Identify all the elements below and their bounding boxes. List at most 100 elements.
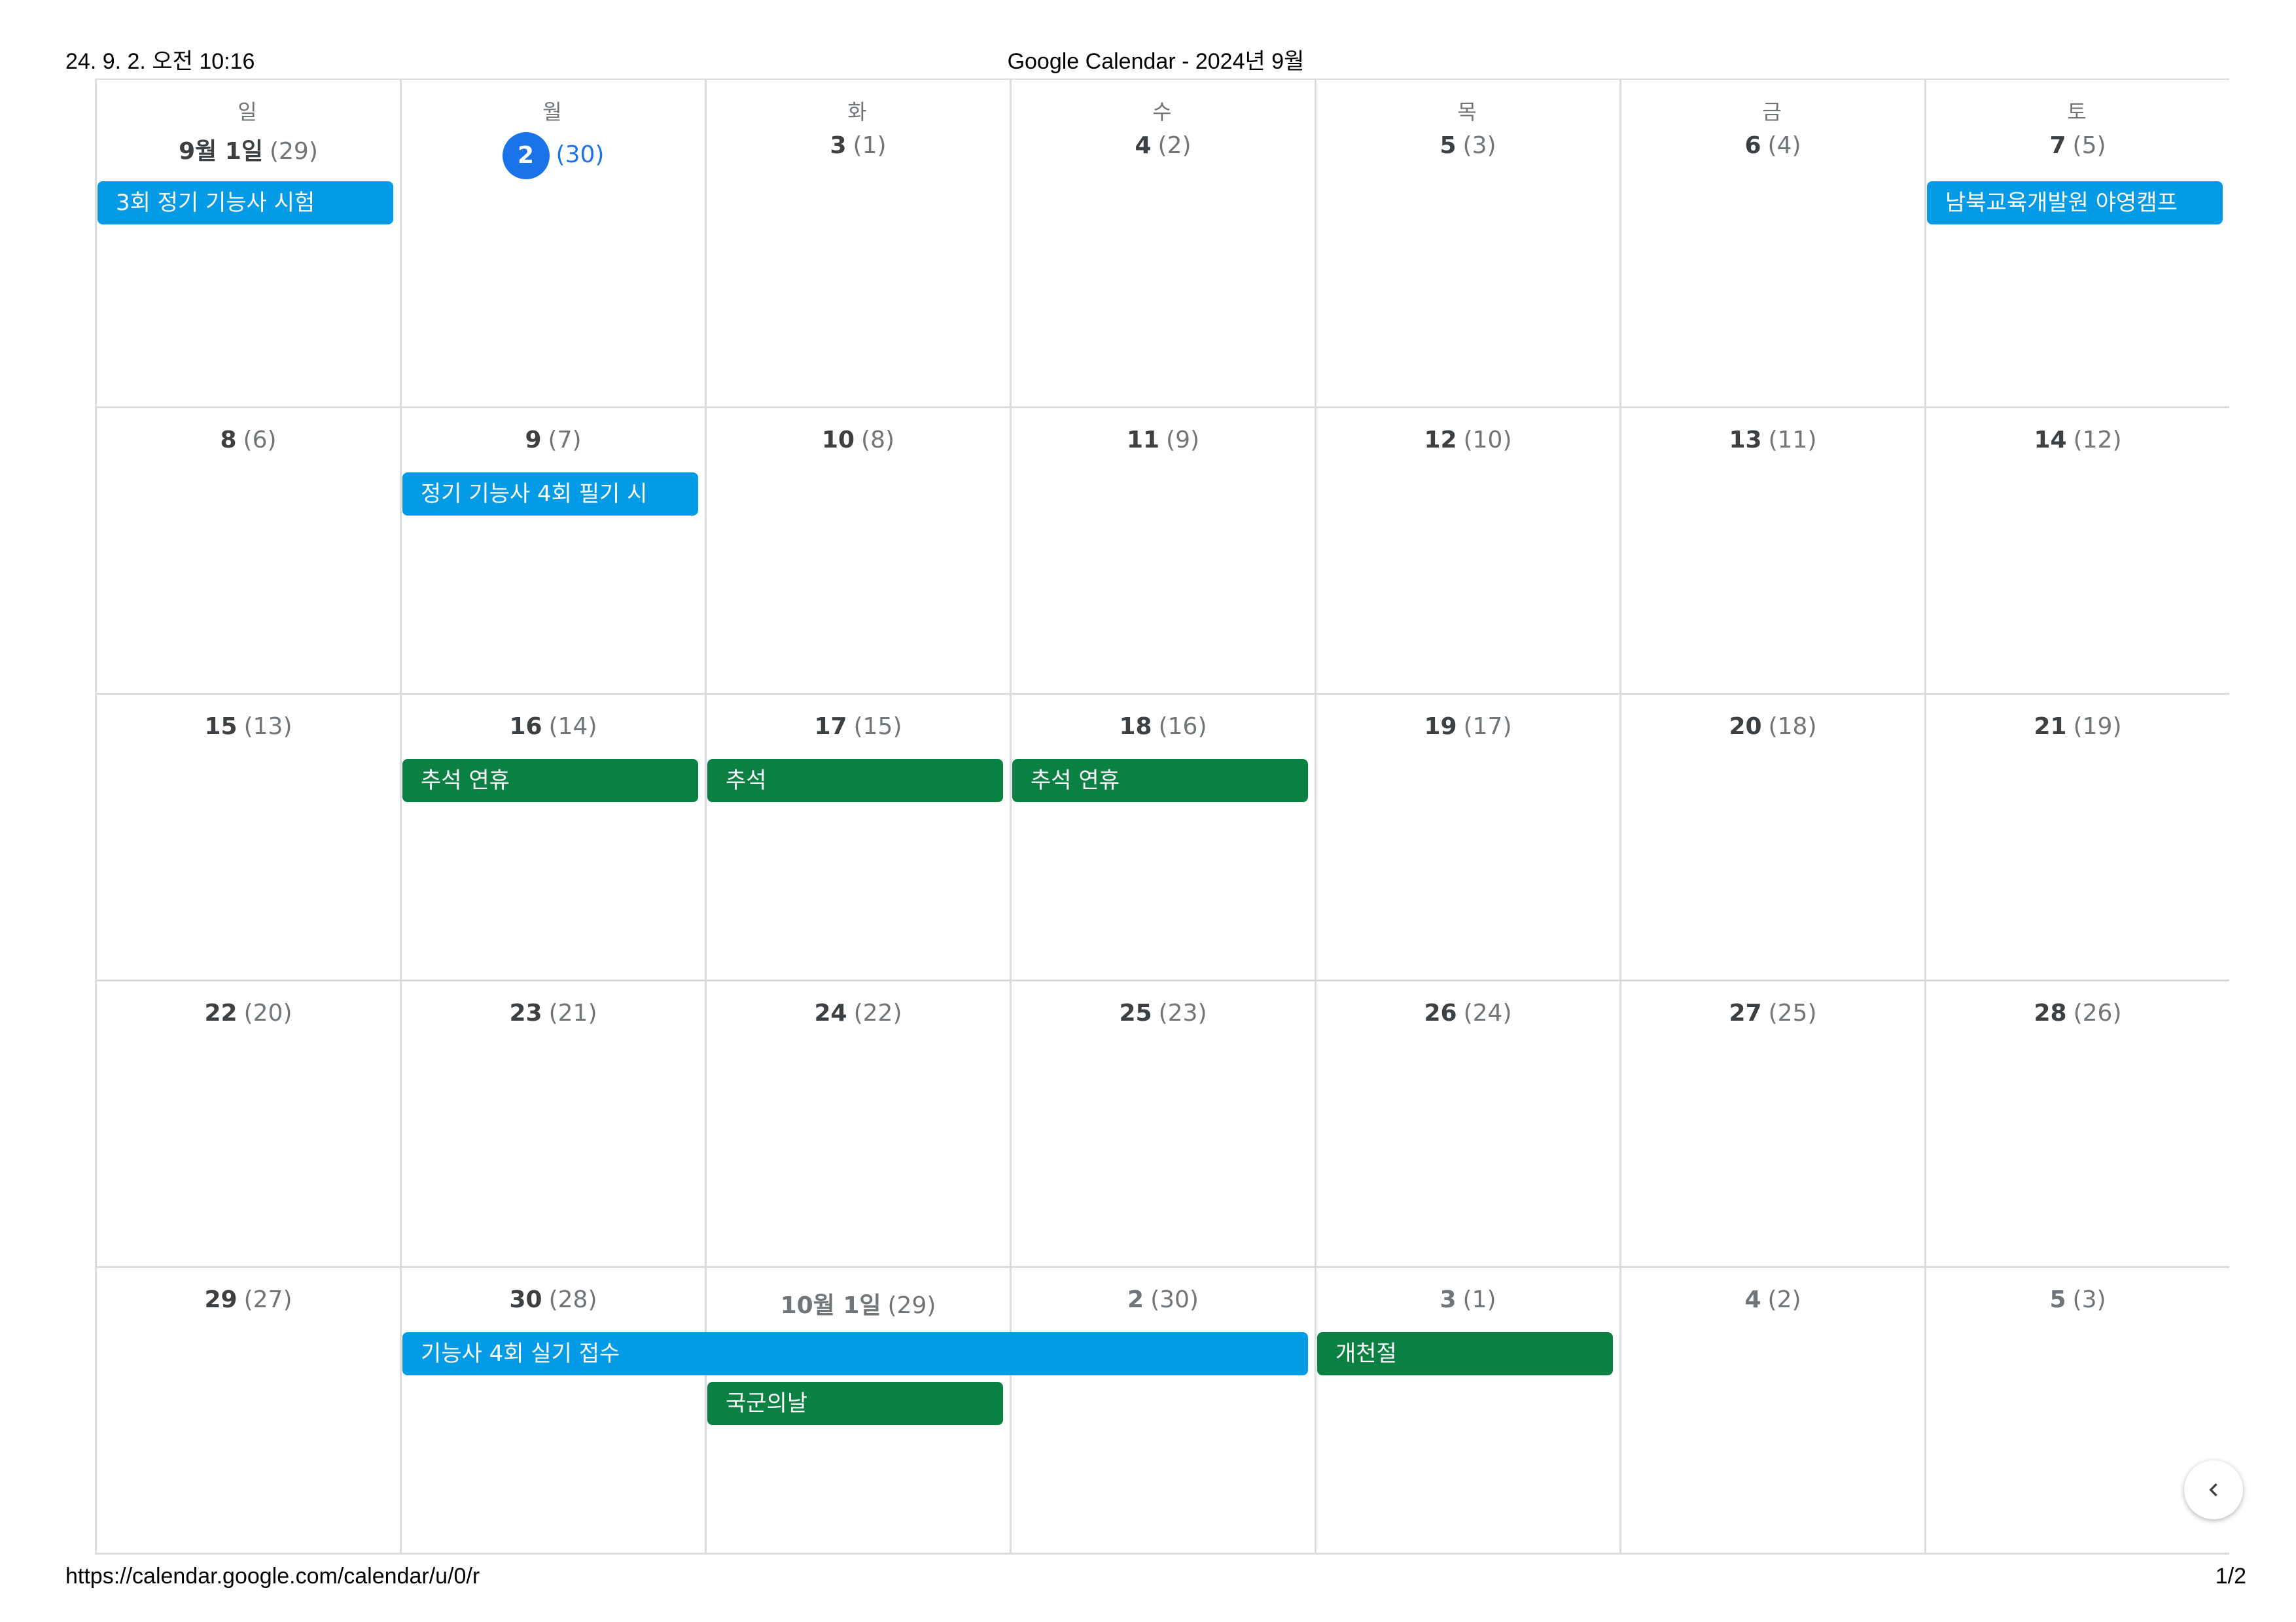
day-cell[interactable]: 18 (16) [1010, 695, 1315, 981]
date-number[interactable]: 17 [814, 713, 847, 740]
day-cell[interactable]: 19 (17) [1315, 695, 1619, 981]
day-date-label[interactable]: 26 (24) [1316, 1000, 1619, 1027]
day-date-label[interactable]: 24 (22) [707, 1000, 1010, 1027]
day-date-label[interactable]: 3 (1) [707, 132, 1010, 159]
date-number[interactable]: 15 [204, 713, 237, 740]
day-date-label[interactable]: 2 (30) [402, 132, 705, 179]
date-number[interactable]: 28 [2034, 1000, 2066, 1027]
day-date-label[interactable]: 14 (12) [1926, 427, 2229, 453]
day-date-label[interactable]: 4 (2) [1621, 1286, 1924, 1313]
day-date-label[interactable]: 28 (26) [1926, 1000, 2229, 1027]
date-number[interactable]: 8 [220, 427, 236, 453]
event-chip[interactable]: 개천절 [1317, 1332, 1613, 1375]
day-cell[interactable]: 6 (4) [1619, 80, 1924, 408]
day-cell[interactable]: 3 (1) [705, 80, 1010, 408]
day-cell[interactable]: 7 (5) [1924, 80, 2229, 408]
day-date-label[interactable]: 27 (25) [1621, 1000, 1924, 1027]
day-cell[interactable]: 12 (10) [1315, 408, 1619, 695]
day-cell[interactable]: 8 (6) [95, 408, 400, 695]
date-number[interactable]: 22 [204, 1000, 237, 1027]
date-number[interactable]: 5 [1439, 132, 1456, 159]
day-cell[interactable]: 20 (18) [1619, 695, 1924, 981]
day-date-label[interactable]: 11 (9) [1012, 427, 1315, 453]
date-number[interactable]: 11 [1127, 427, 1159, 453]
date-number[interactable]: 25 [1119, 1000, 1152, 1027]
date-number[interactable]: 19 [1424, 713, 1457, 740]
day-date-label[interactable]: 3 (1) [1316, 1286, 1619, 1313]
event-chip[interactable]: 3회 정기 기능사 시험 [97, 181, 393, 224]
date-number[interactable]: 14 [2034, 427, 2066, 453]
day-date-label[interactable]: 4 (2) [1012, 132, 1315, 159]
day-cell[interactable]: 21 (19) [1924, 695, 2229, 981]
day-date-label[interactable]: 29 (27) [97, 1286, 400, 1313]
day-cell[interactable]: 24 (22) [705, 981, 1010, 1268]
day-cell[interactable]: 17 (15) [705, 695, 1010, 981]
day-date-label[interactable]: 8 (6) [97, 427, 400, 453]
event-chip[interactable]: 남북교육개발원 야영캠프 [1927, 181, 2223, 224]
day-date-label[interactable]: 13 (11) [1621, 427, 1924, 453]
date-number[interactable]: 3 [1439, 1286, 1456, 1313]
day-cell[interactable]: 2 (30) [400, 80, 705, 408]
day-cell[interactable]: 3 (1) [1315, 1268, 1619, 1555]
day-cell[interactable]: 4 (2) [1619, 1268, 1924, 1555]
day-date-label[interactable]: 30 (28) [402, 1286, 705, 1313]
event-chip[interactable]: 추석 [707, 759, 1003, 802]
event-chip[interactable]: 추석 연휴 [1012, 759, 1308, 802]
day-cell[interactable]: 10 (8) [705, 408, 1010, 695]
day-cell[interactable]: 9 (7) [400, 408, 705, 695]
day-cell[interactable]: 30 (28) [400, 1268, 705, 1555]
day-date-label[interactable]: 9월 1일 (29) [97, 132, 400, 166]
day-cell[interactable]: 14 (12) [1924, 408, 2229, 695]
day-date-label[interactable]: 17 (15) [707, 713, 1010, 740]
date-number[interactable]: 4 [1744, 1286, 1761, 1313]
date-number[interactable]: 10 [822, 427, 855, 453]
day-cell[interactable]: 9월 1일 (29) [95, 80, 400, 408]
date-number[interactable]: 9월 1일 [179, 138, 263, 165]
day-date-label[interactable]: 19 (17) [1316, 713, 1619, 740]
date-number[interactable]: 20 [1729, 713, 1761, 740]
date-number[interactable]: 16 [509, 713, 542, 740]
day-date-label[interactable]: 15 (13) [97, 713, 400, 740]
date-number[interactable]: 23 [509, 1000, 542, 1027]
date-number[interactable]: 21 [2034, 713, 2066, 740]
day-cell[interactable]: 4 (2) [1010, 80, 1315, 408]
date-number[interactable]: 29 [204, 1286, 237, 1313]
day-cell[interactable]: 15 (13) [95, 695, 400, 981]
date-number[interactable]: 26 [1424, 1000, 1457, 1027]
date-number[interactable]: 12 [1424, 427, 1457, 453]
date-number[interactable]: 7 [2049, 132, 2066, 159]
date-number[interactable]: 9 [525, 427, 541, 453]
day-cell[interactable]: 29 (27) [95, 1268, 400, 1555]
day-date-label[interactable]: 10 (8) [707, 427, 1010, 453]
day-date-label[interactable]: 10월 1일 (29) [707, 1286, 1010, 1320]
day-date-label[interactable]: 20 (18) [1621, 713, 1924, 740]
event-chip[interactable]: 정기 기능사 4회 필기 시 [402, 472, 698, 516]
day-date-label[interactable]: 5 (3) [1926, 1286, 2229, 1313]
day-cell[interactable]: 5 (3) [1315, 80, 1619, 408]
day-date-label[interactable]: 21 (19) [1926, 713, 2229, 740]
day-date-label[interactable]: 22 (20) [97, 1000, 400, 1027]
date-number[interactable]: 5 [2049, 1286, 2066, 1313]
day-cell[interactable]: 23 (21) [400, 981, 705, 1268]
day-cell[interactable]: 27 (25) [1619, 981, 1924, 1268]
date-number[interactable]: 10월 1일 [781, 1292, 881, 1319]
day-cell[interactable]: 5 (3) [1924, 1268, 2229, 1555]
day-date-label[interactable]: 9 (7) [402, 427, 705, 453]
event-chip[interactable]: 추석 연휴 [402, 759, 698, 802]
day-date-label[interactable]: 23 (21) [402, 1000, 705, 1027]
day-cell[interactable]: 13 (11) [1619, 408, 1924, 695]
collapse-side-panel-button[interactable] [2184, 1460, 2243, 1519]
day-date-label[interactable]: 25 (23) [1012, 1000, 1315, 1027]
day-date-label[interactable]: 2 (30) [1012, 1286, 1315, 1313]
date-number[interactable]: 6 [1744, 132, 1761, 159]
day-cell[interactable]: 11 (9) [1010, 408, 1315, 695]
date-number[interactable]: 27 [1729, 1000, 1761, 1027]
date-number[interactable]: 13 [1729, 427, 1761, 453]
day-date-label[interactable]: 18 (16) [1012, 713, 1315, 740]
date-number[interactable]: 3 [830, 132, 846, 159]
day-date-label[interactable]: 6 (4) [1621, 132, 1924, 159]
day-cell[interactable]: 22 (20) [95, 981, 400, 1268]
day-date-label[interactable]: 5 (3) [1316, 132, 1619, 159]
event-chip[interactable]: 국군의날 [707, 1382, 1003, 1425]
event-chip[interactable]: 기능사 4회 실기 접수 [402, 1332, 1308, 1375]
